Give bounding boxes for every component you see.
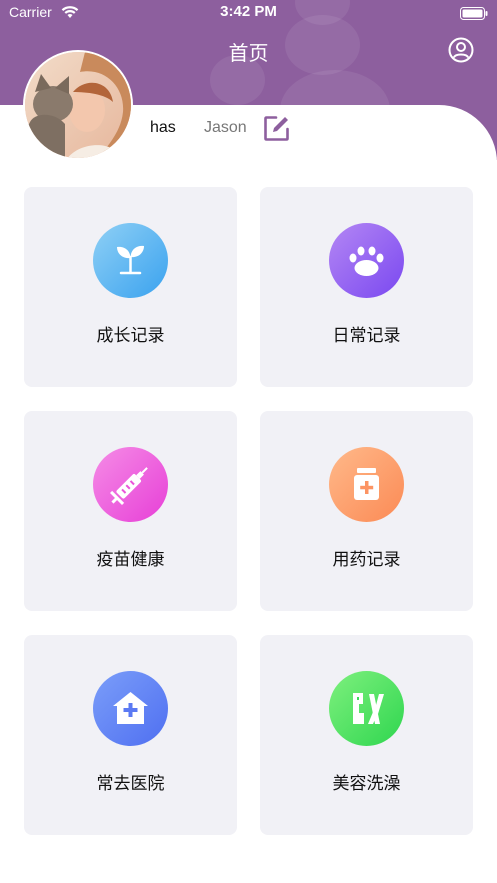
card-daily-record[interactable]: 日常记录 [260, 187, 473, 387]
edit-icon [264, 116, 289, 141]
avatar-photo [25, 52, 131, 158]
card-label: 疫苗健康 [96, 550, 165, 570]
medicine-bottle-icon [329, 447, 404, 522]
avatar[interactable] [23, 50, 133, 160]
card-frequent-hospital[interactable]: 常去医院 [24, 635, 237, 835]
edit-profile-button[interactable] [263, 115, 290, 142]
card-growth-record[interactable]: 成长记录 [24, 187, 237, 387]
hospital-icon [93, 671, 168, 746]
card-label: 日常记录 [332, 326, 401, 346]
user-name: has [150, 119, 176, 136]
profile-button[interactable] [448, 37, 474, 63]
status-bar: Carrier 3:42 PM [0, 0, 497, 26]
card-medication-record[interactable]: 用药记录 [260, 411, 473, 611]
card-label: 常去医院 [96, 774, 165, 794]
syringe-icon [93, 447, 168, 522]
status-time: 3:42 PM [220, 3, 277, 20]
card-label: 用药记录 [332, 550, 401, 570]
card-grooming-bath[interactable]: 美容洗澡 [260, 635, 473, 835]
person-circle-icon [448, 37, 474, 63]
user-nickname: Jason [204, 119, 247, 136]
battery-icon [460, 5, 488, 24]
card-vaccine-health[interactable]: 疫苗健康 [24, 411, 237, 611]
card-label: 美容洗澡 [332, 774, 401, 794]
grooming-icon [329, 671, 404, 746]
paw-icon [329, 223, 404, 298]
card-label: 成长记录 [96, 326, 165, 346]
sprout-icon [93, 223, 168, 298]
